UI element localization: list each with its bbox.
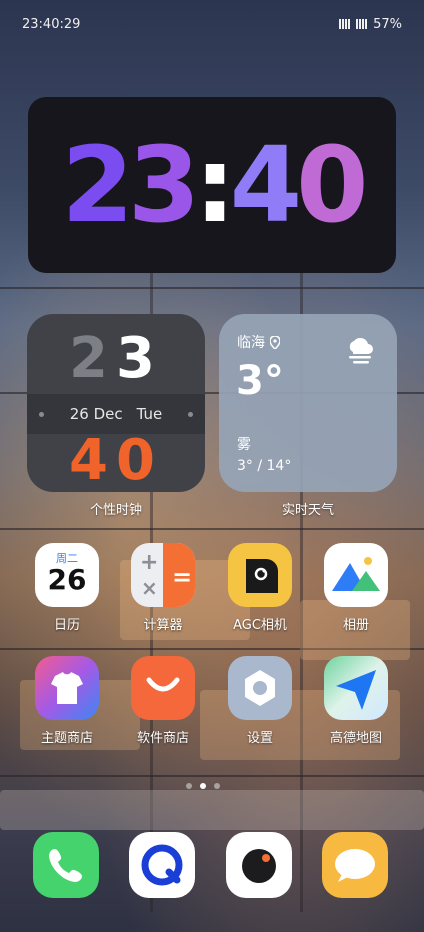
app-label: AGC相机: [233, 618, 287, 633]
camera-app-icon: [228, 543, 292, 607]
clock-colon: :: [194, 124, 236, 246]
divider-dot: [188, 412, 193, 417]
clock-minute-tens: 4: [229, 124, 302, 246]
calculator-icon: + × =: [131, 543, 195, 607]
app-software-store[interactable]: 软件商店: [120, 656, 206, 746]
map-icon: [324, 656, 388, 720]
clock-minute-ones: 0: [296, 124, 368, 246]
dock-messages[interactable]: [312, 832, 398, 898]
city-name: 临海: [237, 335, 265, 351]
app-agc-camera[interactable]: AGC相机: [217, 543, 303, 633]
theme-store-icon: [35, 656, 99, 720]
dock-browser[interactable]: [119, 832, 205, 898]
temperature-range: 3° / 14°: [237, 458, 292, 474]
app-label: 日历: [53, 618, 80, 633]
clock-widget-hour: 23: [27, 324, 205, 394]
weather-widget[interactable]: 临海 3° 雾 3° / 14°: [219, 314, 397, 492]
app-label: 主题商店: [40, 731, 93, 746]
page-indicator[interactable]: [186, 783, 220, 789]
battery-level: 57%: [373, 16, 402, 32]
signal-icon-2: [356, 19, 368, 29]
app-label: 相册: [342, 618, 369, 633]
app-label: 软件商店: [136, 731, 189, 746]
clock-widget-label: 个性时钟: [89, 503, 142, 518]
weather-location: 临海: [237, 332, 280, 352]
date-text: 26 Dec: [69, 405, 123, 423]
app-label: 设置: [246, 731, 273, 746]
app-calculator[interactable]: + × = 计算器: [120, 543, 206, 633]
app-amap[interactable]: 高德地图: [313, 656, 399, 746]
calendar-day: 26: [47, 563, 87, 596]
page-dot-active[interactable]: [200, 783, 206, 789]
status-bar: 23:40:29 57%: [22, 14, 402, 34]
settings-icon: [228, 656, 292, 720]
clock-hour-ones: 3: [127, 124, 200, 246]
page-dot[interactable]: [186, 783, 192, 789]
fog-cloud-icon: [349, 338, 373, 364]
app-settings[interactable]: 设置: [217, 656, 303, 746]
weather-condition: 雾: [237, 437, 251, 453]
browser-icon: [129, 832, 195, 898]
app-gallery[interactable]: 相册: [313, 543, 399, 633]
location-pin-icon: [270, 335, 280, 349]
signal-icon: [339, 19, 351, 29]
app-label: 高德地图: [329, 731, 382, 746]
phone-icon: [33, 832, 99, 898]
status-time: 23:40:29: [22, 16, 81, 32]
divider-dot: [39, 412, 44, 417]
weather-widget-label: 实时天气: [281, 503, 334, 518]
app-calendar[interactable]: 周二 26 日历: [24, 543, 110, 633]
hour-tens: 2: [69, 326, 116, 391]
dock-phone[interactable]: [23, 832, 109, 898]
app-store-icon: [131, 656, 195, 720]
app-theme-store[interactable]: 主题商店: [24, 656, 110, 746]
calendar-icon: 周二 26: [35, 543, 99, 607]
personal-clock-widget[interactable]: 23 26 Dec Tue 40: [27, 314, 205, 492]
messages-icon: [322, 832, 388, 898]
current-temperature: 3°: [236, 358, 284, 404]
big-clock-widget[interactable]: 23:40: [28, 97, 396, 273]
weekday-text: Tue: [136, 405, 163, 423]
app-label: 计算器: [143, 618, 183, 633]
hour-ones: 3: [116, 326, 163, 391]
clock-hour-tens: 2: [61, 124, 133, 246]
gallery-icon: [324, 543, 388, 607]
clock-widget-minutes: 40: [69, 428, 163, 492]
status-right: 57%: [339, 17, 402, 32]
camera-icon: [226, 832, 292, 898]
page-dot[interactable]: [214, 783, 220, 789]
dock-camera[interactable]: [216, 832, 302, 898]
